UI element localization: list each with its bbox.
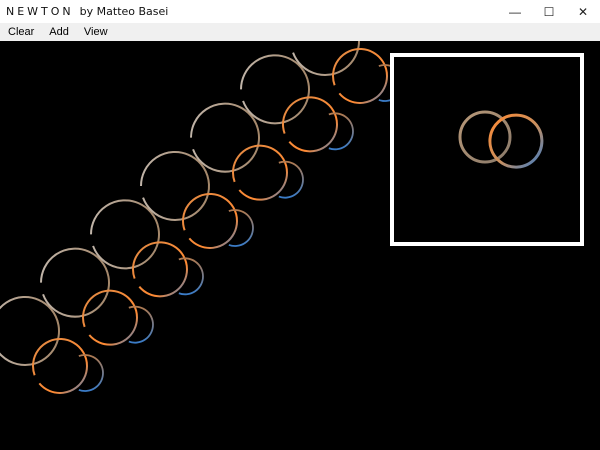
app-window: NEWTON by Matteo Basei — ☐ ✕ Clear Add V… <box>0 0 600 450</box>
orange-trail-loop <box>282 96 338 153</box>
orange-trail-loop <box>132 241 188 298</box>
gray-trail-loop <box>190 102 260 173</box>
minimize-button[interactable]: — <box>498 0 532 23</box>
minimap-orange-orbit <box>488 113 544 169</box>
close-button[interactable]: ✕ <box>566 0 600 23</box>
minimap-svg <box>458 110 544 169</box>
minimap[interactable] <box>390 53 584 246</box>
gray-trail-loop <box>140 151 210 221</box>
gray-trail-loop <box>290 41 360 76</box>
window-controls: — ☐ ✕ <box>498 0 600 23</box>
menu-bar: Clear Add View <box>0 23 600 41</box>
gray-trail-loop <box>40 247 110 318</box>
menu-view[interactable]: View <box>76 23 115 41</box>
gray-trail-loop <box>240 54 310 125</box>
blue-trail-tail <box>278 160 304 199</box>
minimize-icon: — <box>509 4 521 19</box>
blue-trail-tail <box>78 354 104 392</box>
blue-trail-tail <box>128 305 154 344</box>
title-bar[interactable]: NEWTON by Matteo Basei — ☐ ✕ <box>0 0 600 23</box>
app-author: by Matteo Basei <box>79 5 169 18</box>
blue-trail-tail <box>228 209 254 247</box>
blue-trail-tail <box>178 257 204 296</box>
orange-trail-loop <box>32 338 88 394</box>
menu-add[interactable]: Add <box>41 23 76 41</box>
orange-trail-loop <box>332 48 388 104</box>
simulation-canvas[interactable] <box>0 41 600 450</box>
orange-trail-loop <box>182 193 238 249</box>
gray-trail-loop <box>90 199 160 270</box>
blue-trail-tail <box>328 112 354 151</box>
close-icon: ✕ <box>577 4 589 19</box>
orange-trail-loop <box>82 289 138 346</box>
orange-trail-loop <box>232 144 288 201</box>
maximize-icon: ☐ <box>543 4 555 19</box>
maximize-button[interactable]: ☐ <box>532 0 566 23</box>
menu-clear[interactable]: Clear <box>0 23 41 41</box>
orbit-trails <box>0 41 404 394</box>
app-title: NEWTON <box>6 5 74 18</box>
